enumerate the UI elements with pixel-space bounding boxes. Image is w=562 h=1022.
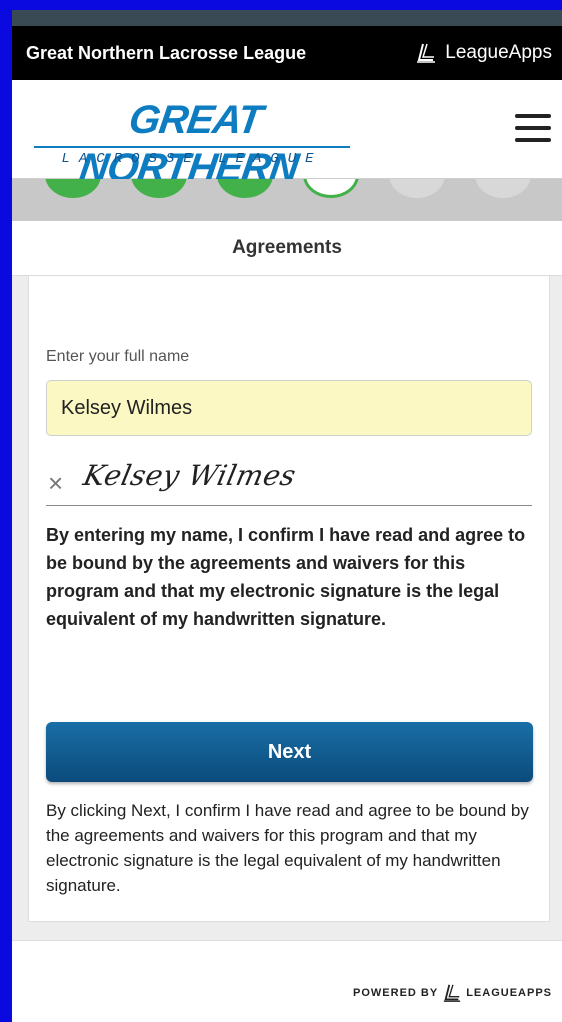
powered-by-label: POWERED BY bbox=[353, 987, 439, 999]
full-name-input[interactable] bbox=[46, 380, 532, 436]
league-name: Great Northern Lacrosse League bbox=[26, 42, 307, 63]
step-dot bbox=[389, 179, 445, 198]
powered-by-leagueapps[interactable]: POWERED BY LEAGUEAPPS bbox=[353, 983, 552, 1003]
step-dot-current bbox=[303, 179, 359, 198]
page-footer: POWERED BY LEAGUEAPPS bbox=[12, 940, 562, 1022]
step-dot bbox=[475, 179, 531, 198]
step-dot bbox=[45, 179, 101, 198]
agreement-card: Enter your full name × Kelsey Wilmes By … bbox=[28, 276, 550, 922]
league-logo[interactable]: GREAT NORTHERN LACROSSE LEAGUE bbox=[34, 96, 350, 190]
brand-bar: Great Northern Lacrosse League LeagueApp… bbox=[12, 26, 562, 80]
logo-main-text: GREAT NORTHERN bbox=[76, 98, 301, 190]
step-progress bbox=[12, 179, 562, 221]
next-consent-text: By clicking Next, I confirm I have read … bbox=[46, 801, 529, 895]
signature-x-icon: × bbox=[48, 468, 64, 498]
signature-line: × Kelsey Wilmes bbox=[46, 459, 532, 506]
site-header: GREAT NORTHERN LACROSSE LEAGUE bbox=[12, 80, 562, 190]
leagueapps-label: LeagueApps bbox=[445, 42, 552, 63]
leagueapps-link[interactable]: LeagueApps bbox=[415, 42, 552, 64]
status-strip bbox=[12, 10, 562, 26]
app-frame: Great Northern Lacrosse League LeagueApp… bbox=[12, 10, 562, 1022]
leagueapps-logo-icon bbox=[444, 984, 461, 1002]
logo-rule bbox=[34, 146, 350, 148]
signature-consent-text: By entering my name, I confirm I have re… bbox=[46, 525, 526, 629]
logo-sub-text: LACROSSE LEAGUE bbox=[61, 151, 323, 167]
powered-by-brand: LEAGUEAPPS bbox=[466, 987, 552, 999]
step-dot bbox=[217, 179, 273, 198]
leagueapps-logo-icon bbox=[417, 43, 436, 63]
full-name-label: Enter your full name bbox=[46, 348, 190, 365]
step-dot bbox=[131, 179, 187, 198]
hamburger-menu-icon[interactable] bbox=[515, 114, 551, 142]
signature-text: Kelsey Wilmes bbox=[80, 459, 300, 492]
section-title: Agreements bbox=[12, 221, 562, 276]
next-button[interactable]: Next bbox=[46, 722, 533, 782]
